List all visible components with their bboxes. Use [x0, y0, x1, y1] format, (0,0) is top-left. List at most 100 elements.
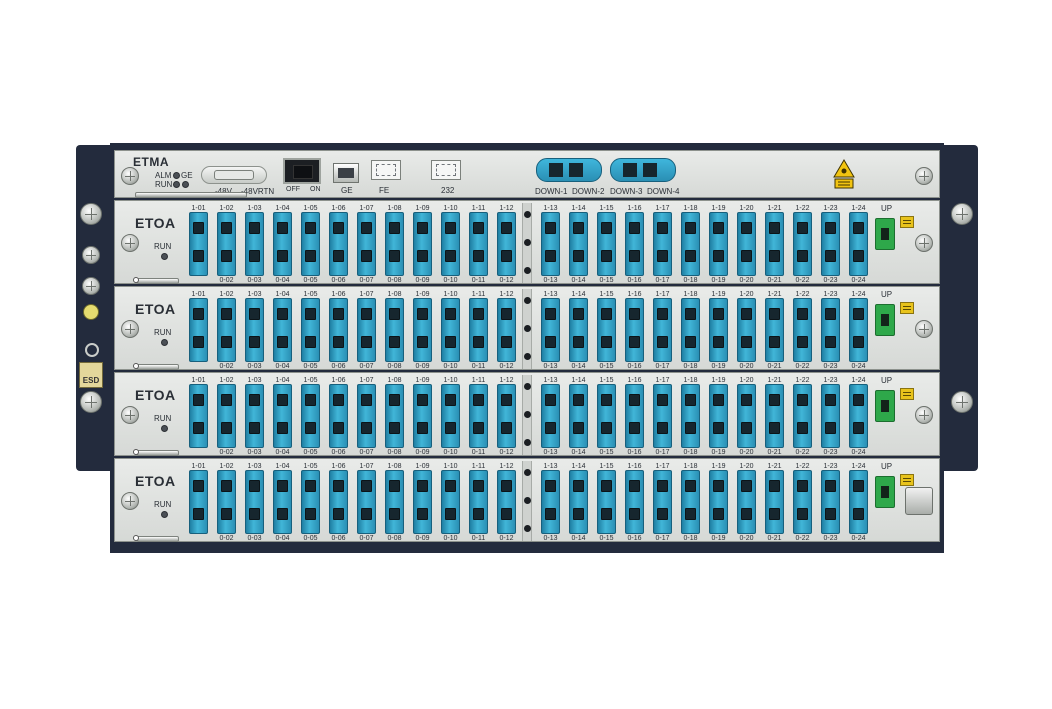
fiber-port-out[interactable] — [389, 508, 400, 520]
fiber-port-out[interactable] — [193, 422, 204, 434]
fiber-port-in[interactable] — [713, 308, 724, 320]
fiber-port-out[interactable] — [473, 508, 484, 520]
fiber-port-in[interactable] — [417, 394, 428, 406]
fiber-port-out[interactable] — [713, 422, 724, 434]
fiber-port-in[interactable] — [545, 222, 556, 234]
fiber-port-in[interactable] — [741, 394, 752, 406]
fiber-port-in[interactable] — [193, 394, 204, 406]
fiber-port-in[interactable] — [741, 222, 752, 234]
fiber-port-in[interactable] — [657, 394, 668, 406]
board-ejector[interactable] — [137, 536, 179, 542]
fiber-port[interactable]: 1-12 0-12 — [497, 377, 516, 456]
fiber-port-out[interactable] — [249, 508, 260, 520]
fiber-port-in[interactable] — [797, 394, 808, 406]
fiber-port-out[interactable] — [685, 422, 696, 434]
fiber-port-out[interactable] — [445, 336, 456, 348]
board-screw-icon[interactable] — [915, 406, 933, 424]
fiber-port[interactable]: 1-24 0-24 — [849, 205, 868, 284]
fiber-port[interactable]: 1-04 0-04 — [273, 377, 292, 456]
fiber-port-in[interactable] — [825, 222, 836, 234]
fiber-port-out[interactable] — [797, 250, 808, 262]
fiber-port-out[interactable] — [629, 336, 640, 348]
fiber-port-in[interactable] — [333, 222, 344, 234]
fiber-port-in[interactable] — [445, 222, 456, 234]
fiber-port-out[interactable] — [713, 336, 724, 348]
fiber-port-in[interactable] — [629, 480, 640, 492]
up-port[interactable] — [875, 218, 895, 250]
fiber-port[interactable]: 1-14 0-14 — [569, 291, 588, 370]
fiber-port-in[interactable] — [249, 308, 260, 320]
fiber-port-in[interactable] — [445, 394, 456, 406]
board-ejector[interactable] — [135, 192, 247, 198]
board-screw-icon[interactable] — [121, 406, 139, 424]
fiber-port-in[interactable] — [305, 222, 316, 234]
fiber-port-in[interactable] — [601, 222, 612, 234]
fiber-port-out[interactable] — [389, 422, 400, 434]
fiber-port-in[interactable] — [361, 308, 372, 320]
fiber-port-in[interactable] — [473, 308, 484, 320]
fiber-port-out[interactable] — [501, 422, 512, 434]
fiber-port-in[interactable] — [573, 394, 584, 406]
fiber-port-in[interactable] — [333, 394, 344, 406]
fiber-port[interactable]: 1-22 0-22 — [793, 205, 812, 284]
fiber-port-in[interactable] — [769, 480, 780, 492]
fiber-port-out[interactable] — [545, 336, 556, 348]
fiber-port-in[interactable] — [193, 480, 204, 492]
fiber-port[interactable]: 1-02 0-02 — [217, 291, 236, 370]
esd-jack[interactable] — [85, 343, 99, 357]
fiber-port-in[interactable] — [545, 308, 556, 320]
fiber-port[interactable]: 1-10 0-10 — [441, 291, 460, 370]
fiber-port-in[interactable] — [741, 308, 752, 320]
fiber-port-out[interactable] — [545, 250, 556, 262]
fiber-port[interactable]: 1-16 0-16 — [625, 377, 644, 456]
up-port[interactable] — [875, 390, 895, 422]
fiber-port-in[interactable] — [389, 394, 400, 406]
fiber-port[interactable]: 1-06 0-06 — [329, 463, 348, 542]
fiber-port[interactable]: 1-13 0-13 — [541, 205, 560, 284]
fiber-port-in[interactable] — [221, 308, 232, 320]
fiber-port[interactable]: 1-04 0-04 — [273, 291, 292, 370]
fiber-port[interactable]: 1-02 0-02 — [217, 377, 236, 456]
board-ejector[interactable] — [137, 364, 179, 370]
fiber-port[interactable]: 1-20 0-20 — [737, 291, 756, 370]
fiber-port-out[interactable] — [573, 336, 584, 348]
fiber-port-in[interactable] — [545, 394, 556, 406]
fiber-port[interactable]: 1-14 0-14 — [569, 377, 588, 456]
fiber-port-in[interactable] — [445, 308, 456, 320]
fiber-port-in[interactable] — [853, 394, 864, 406]
fiber-port[interactable]: 1-23 0-23 — [821, 205, 840, 284]
fiber-port[interactable]: 1-23 0-23 — [821, 377, 840, 456]
fiber-port-in[interactable] — [573, 308, 584, 320]
fiber-port[interactable]: 1-24 0-24 — [849, 291, 868, 370]
fiber-port-in[interactable] — [333, 480, 344, 492]
fiber-port-in[interactable] — [601, 308, 612, 320]
fiber-port[interactable]: 1-02 0-02 — [217, 205, 236, 284]
fiber-port-out[interactable] — [825, 508, 836, 520]
down-port-group-1[interactable] — [536, 158, 602, 182]
fiber-port-out[interactable] — [573, 422, 584, 434]
fiber-port[interactable]: 1-08 0-08 — [385, 205, 404, 284]
fiber-port[interactable]: 1-21 0-21 — [765, 377, 784, 456]
fiber-port-out[interactable] — [601, 250, 612, 262]
fiber-port-in[interactable] — [657, 308, 668, 320]
fiber-port-in[interactable] — [417, 480, 428, 492]
fiber-port[interactable]: 1-04 0-04 — [273, 463, 292, 542]
fiber-port-out[interactable] — [305, 422, 316, 434]
fiber-port-in[interactable] — [501, 222, 512, 234]
fiber-port-out[interactable] — [445, 250, 456, 262]
fiber-port-in[interactable] — [797, 480, 808, 492]
fiber-port[interactable]: 1-14 0-14 — [569, 205, 588, 284]
fiber-port[interactable]: 1-09 0-09 — [413, 377, 432, 456]
fiber-port-out[interactable] — [221, 336, 232, 348]
fiber-port-out[interactable] — [361, 336, 372, 348]
fiber-port[interactable]: 1-15 0-15 — [597, 463, 616, 542]
fiber-port[interactable]: 1-23 0-23 — [821, 291, 840, 370]
fiber-port-out[interactable] — [249, 422, 260, 434]
fiber-port-out[interactable] — [685, 250, 696, 262]
fiber-port-out[interactable] — [389, 336, 400, 348]
fiber-port[interactable]: 1-11 0-11 — [469, 291, 488, 370]
fiber-port[interactable]: 1-21 0-21 — [765, 463, 784, 542]
fiber-port-in[interactable] — [277, 480, 288, 492]
fiber-port[interactable]: 1-01 — [189, 291, 208, 362]
fiber-port-out[interactable] — [417, 250, 428, 262]
